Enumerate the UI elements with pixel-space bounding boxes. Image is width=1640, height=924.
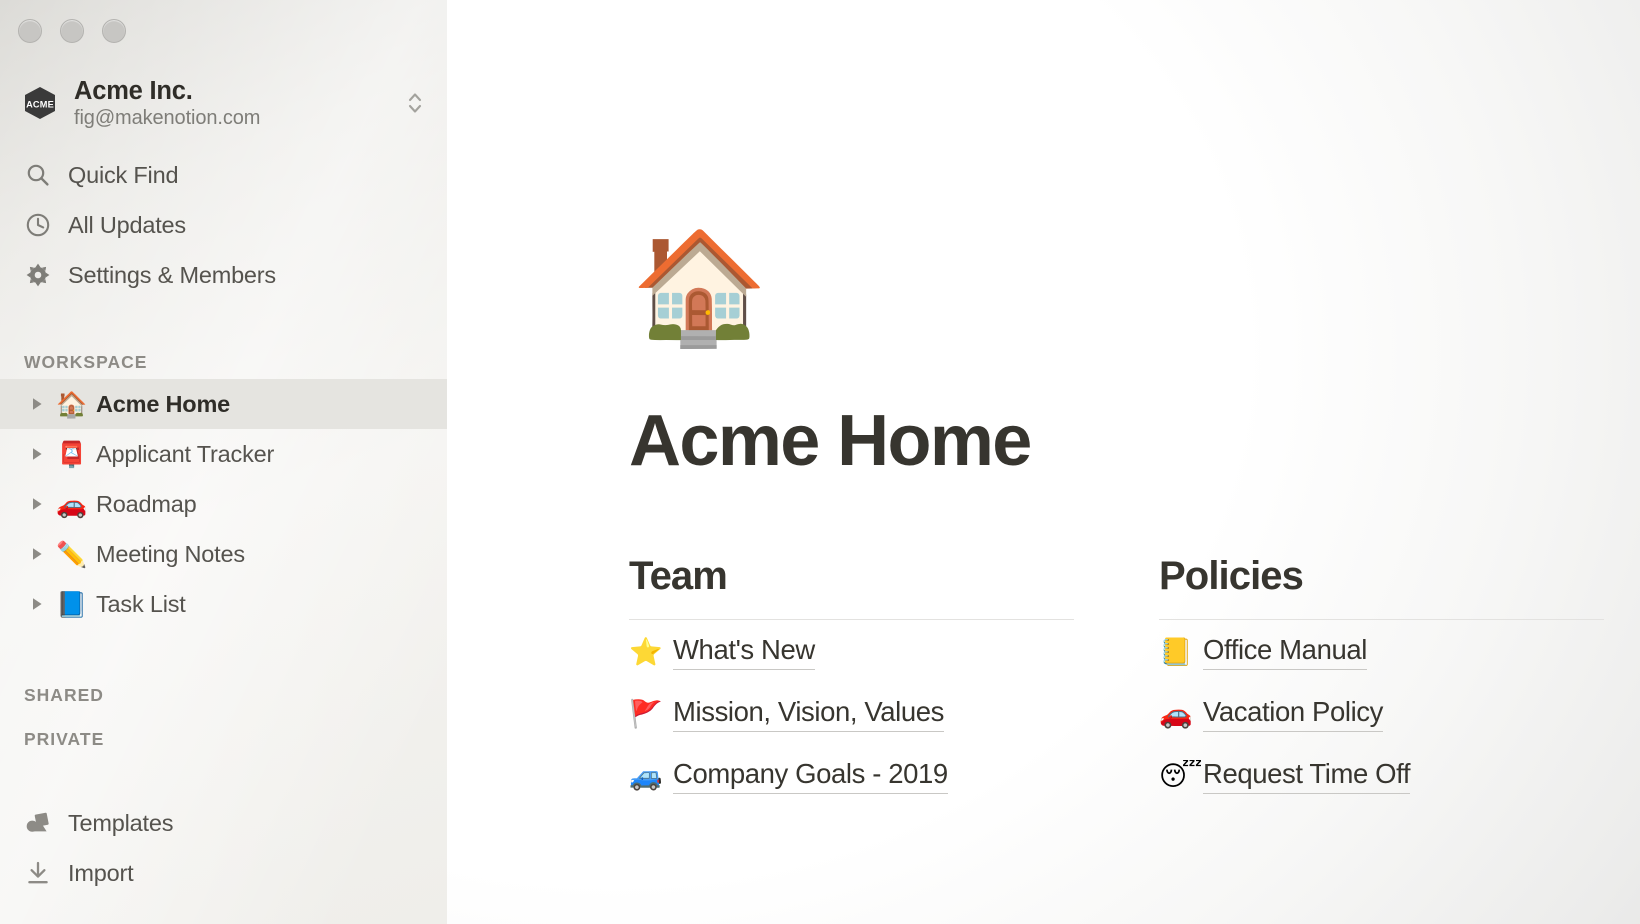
column-divider — [629, 619, 1074, 620]
disclosure-triangle-icon[interactable] — [24, 591, 50, 617]
column-policies: Policies 📒 Office Manual 🚗 Vacation Poli… — [1159, 554, 1604, 806]
svg-text:ACME: ACME — [26, 99, 54, 109]
page-body: 🏠 Acme Home Team ⭐ What's New 🚩 Mission,… — [629, 0, 1639, 806]
sidebar-page-label: Roadmap — [96, 490, 197, 517]
sidebar: ACME Acme Inc. fig@makenotion.com Quick … — [0, 0, 447, 924]
section-heading-workspace: WORKSPACE — [24, 351, 148, 372]
content-columns: Team ⭐ What's New 🚩 Mission, Vision, Val… — [629, 554, 1639, 806]
page-link-row[interactable]: 🚗 Vacation Policy — [1159, 684, 1604, 744]
page-link-label[interactable]: Mission, Vision, Values — [673, 696, 944, 732]
disclosure-triangle-icon[interactable] — [24, 441, 50, 467]
sidebar-page-label: Meeting Notes — [96, 540, 245, 567]
sidebar-page-label: Task List — [96, 590, 186, 617]
disclosure-triangle-icon[interactable] — [24, 541, 50, 567]
car-emoji: 🚗 — [1159, 698, 1193, 730]
triangular-flag-emoji: 🚩 — [629, 698, 663, 730]
clock-icon — [24, 208, 58, 242]
blue-book-emoji: 📘 — [56, 589, 88, 619]
sleeping-face-emoji: 😴 — [1159, 760, 1203, 792]
zoom-button[interactable] — [102, 19, 126, 43]
sidebar-item-settings-members[interactable]: Settings & Members — [0, 250, 447, 300]
sidebar-item-label: All Updates — [68, 211, 186, 238]
sidebar-nav: Quick Find All Updates Settings & Member… — [0, 150, 447, 300]
sidebar-item-quick-find[interactable]: Quick Find — [0, 150, 447, 200]
sidebar-item-import[interactable]: Import — [0, 848, 447, 898]
page-link-row[interactable]: 🚙 Company Goals - 2019 — [629, 746, 1074, 806]
templates-icon — [24, 806, 58, 840]
page-link-row[interactable]: 😴 Request Time Off — [1159, 746, 1604, 806]
house-emoji: 🏠 — [56, 389, 88, 419]
notion-window: ACME Acme Inc. fig@makenotion.com Quick … — [0, 0, 1640, 924]
sidebar-page-acme-home[interactable]: 🏠 Acme Home — [0, 379, 447, 429]
column-heading: Policies — [1159, 554, 1304, 598]
page-title[interactable]: Acme Home — [629, 400, 1639, 482]
page-link-row[interactable]: ⭐ What's New — [629, 622, 1074, 682]
shared-section: SHARED — [0, 678, 447, 712]
car-emoji: 🚗 — [56, 489, 88, 519]
page-link-row[interactable]: 🚩 Mission, Vision, Values — [629, 684, 1074, 744]
close-button[interactable] — [18, 19, 42, 43]
page-link-label[interactable]: Office Manual — [1203, 634, 1367, 670]
page-link-label[interactable]: Company Goals - 2019 — [673, 758, 948, 794]
sidebar-page-roadmap[interactable]: 🚗 Roadmap — [0, 479, 447, 529]
import-icon — [24, 856, 58, 890]
workspace-switcher[interactable]: ACME Acme Inc. fig@makenotion.com — [0, 72, 447, 134]
sidebar-item-label: Settings & Members — [68, 261, 276, 288]
sidebar-page-label: Acme Home — [96, 390, 231, 417]
workspace-name: Acme Inc. — [74, 76, 193, 105]
page-link-label[interactable]: What's New — [673, 634, 815, 670]
workspace-section: WORKSPACE 🏠 Acme Home 📮 Applicant Tracke… — [0, 345, 447, 629]
sidebar-item-label: Import — [68, 859, 134, 886]
disclosure-triangle-icon[interactable] — [24, 491, 50, 517]
sidebar-item-all-updates[interactable]: All Updates — [0, 200, 447, 250]
column-team: Team ⭐ What's New 🚩 Mission, Vision, Val… — [629, 554, 1074, 806]
column-divider — [1159, 619, 1604, 620]
chevron-up-down-icon[interactable] — [403, 86, 427, 120]
sidebar-page-meeting-notes[interactable]: ✏️ Meeting Notes — [0, 529, 447, 579]
acme-logo: ACME — [20, 83, 60, 123]
house-emoji[interactable]: 🏠 — [631, 232, 1639, 342]
sidebar-bottom-nav: Templates Import — [0, 798, 447, 898]
section-heading-private: PRIVATE — [24, 728, 105, 749]
ledger-emoji: 📒 — [1159, 636, 1193, 668]
pencil-emoji: ✏️ — [56, 539, 88, 569]
sidebar-item-templates[interactable]: Templates — [0, 798, 447, 848]
page-link-label[interactable]: Request Time Off — [1203, 758, 1410, 794]
page-link-row[interactable]: 📒 Office Manual — [1159, 622, 1604, 682]
postbox-emoji: 📮 — [56, 439, 88, 469]
page-content: 🏠 Acme Home Team ⭐ What's New 🚩 Mission,… — [447, 0, 1640, 924]
gear-icon — [24, 258, 58, 292]
recreational-vehicle-emoji: 🚙 — [629, 760, 663, 792]
search-icon — [24, 158, 58, 192]
column-heading: Team — [629, 554, 728, 598]
sidebar-page-task-list[interactable]: 📘 Task List — [0, 579, 447, 629]
star-emoji: ⭐ — [629, 636, 663, 668]
workspace-email: fig@makenotion.com — [74, 107, 261, 130]
sidebar-page-applicant-tracker[interactable]: 📮 Applicant Tracker — [0, 429, 447, 479]
window-controls — [18, 19, 126, 43]
sidebar-page-label: Applicant Tracker — [96, 440, 275, 467]
section-heading-shared: SHARED — [24, 684, 104, 705]
private-section: PRIVATE — [0, 722, 447, 756]
workspace-meta: Acme Inc. fig@makenotion.com — [74, 77, 397, 130]
page-link-label[interactable]: Vacation Policy — [1203, 696, 1383, 732]
sidebar-item-label: Templates — [68, 809, 174, 836]
sidebar-item-label: Quick Find — [68, 161, 179, 188]
minimize-button[interactable] — [60, 19, 84, 43]
disclosure-triangle-icon[interactable] — [24, 391, 50, 417]
